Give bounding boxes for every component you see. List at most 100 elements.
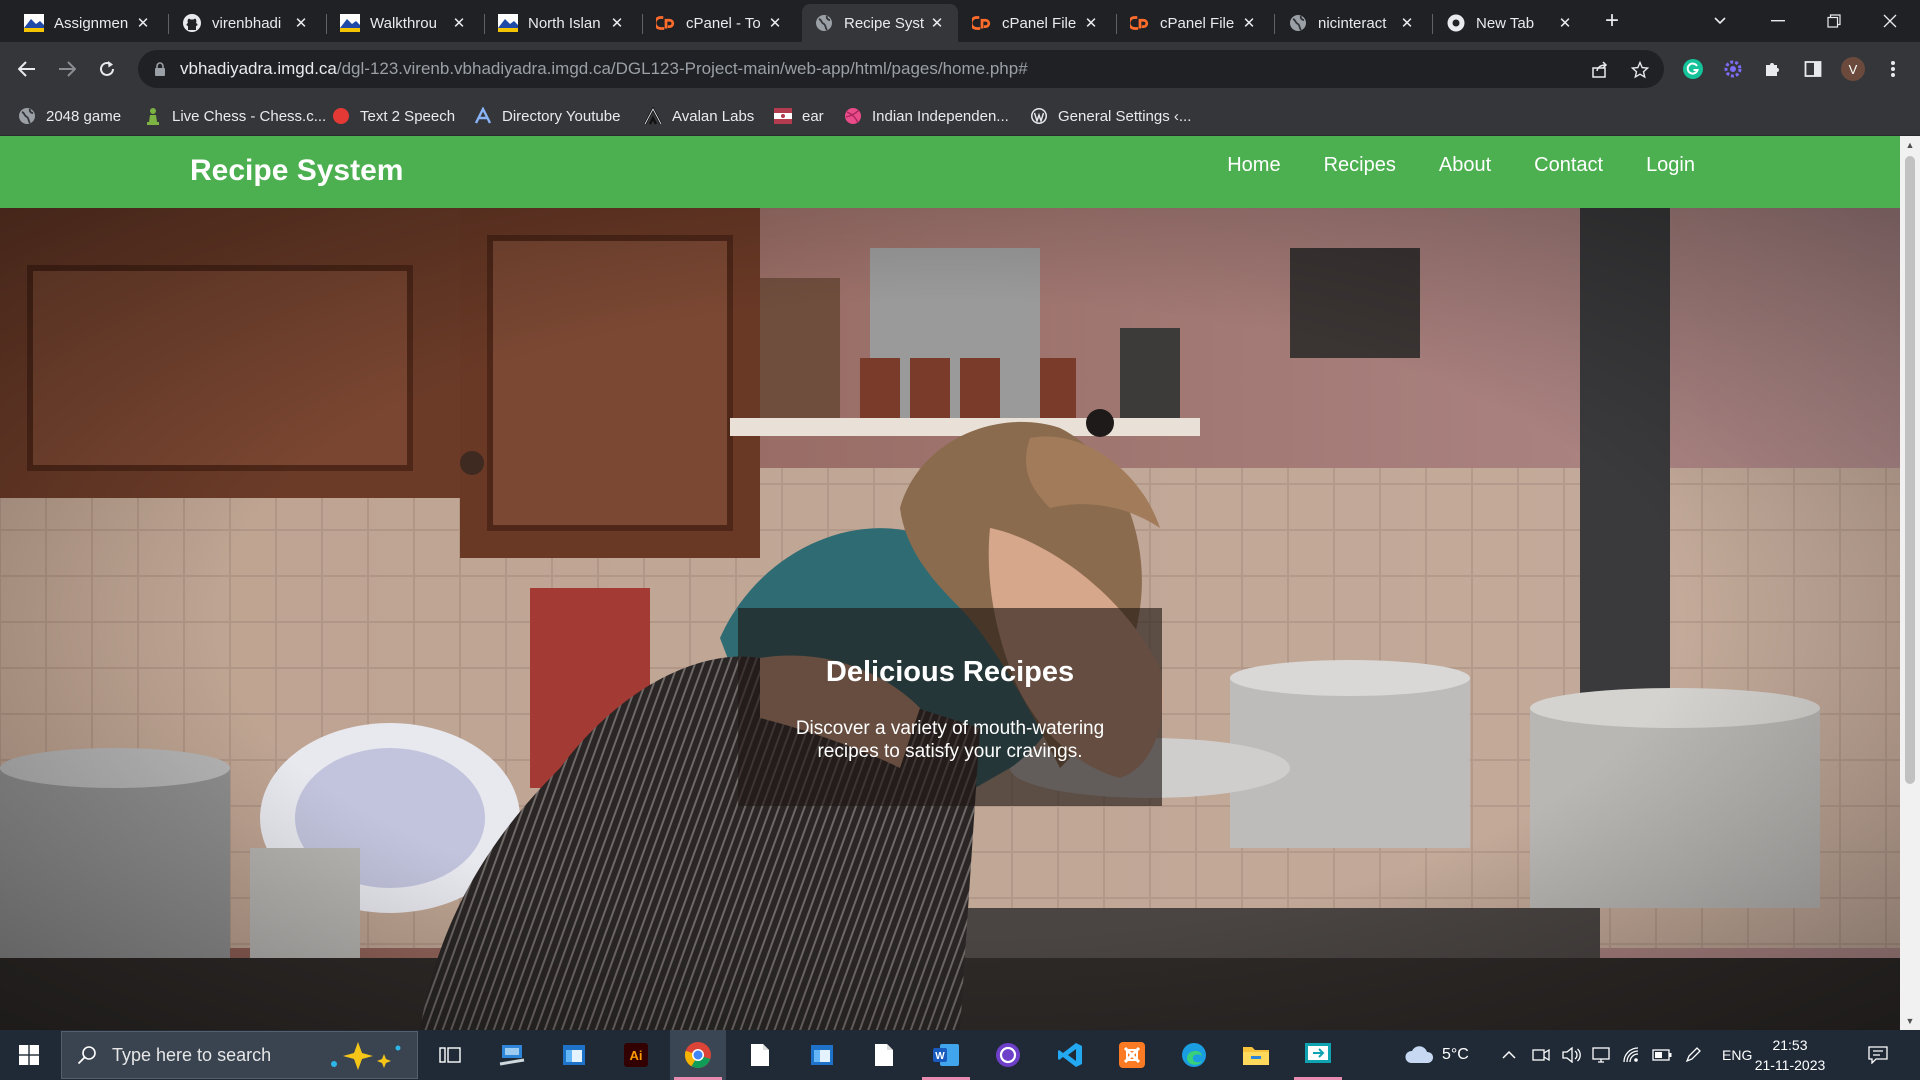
tab-separator: [1116, 14, 1117, 34]
nav-home[interactable]: Home: [1227, 154, 1280, 177]
bookmark-item[interactable]: 2048 game: [18, 106, 121, 126]
vscode-icon[interactable]: [1042, 1030, 1098, 1080]
tab-close-icon[interactable]: ✕: [1556, 14, 1574, 32]
remote-desktop-icon[interactable]: [1290, 1030, 1346, 1080]
wifi-icon[interactable]: [1622, 1030, 1640, 1080]
window-app-icon[interactable]: [794, 1030, 850, 1080]
bookmark-label: Directory Youtube: [502, 107, 621, 125]
imgd-icon: [24, 13, 44, 33]
site-brand[interactable]: Recipe System: [190, 154, 403, 188]
windows-start-icon[interactable]: [0, 1030, 58, 1080]
extension-gear-icon[interactable]: [1721, 57, 1745, 81]
close-window-icon[interactable]: [1862, 0, 1918, 42]
tab-close-icon[interactable]: ✕: [1082, 14, 1100, 32]
menu-kebab-icon[interactable]: [1881, 57, 1905, 81]
tab-close-icon[interactable]: ✕: [766, 14, 784, 32]
taskbar-clock[interactable]: 21:53 21-11-2023: [1748, 1035, 1832, 1075]
window-app-icon[interactable]: [546, 1030, 602, 1080]
network-app-icon[interactable]: [484, 1030, 540, 1080]
svg-text:W: W: [935, 1051, 945, 1062]
file-icon[interactable]: [856, 1030, 912, 1080]
browser-tab[interactable]: cPanel File ✕: [1118, 4, 1270, 42]
nav-about[interactable]: About: [1439, 154, 1491, 177]
browser-tab[interactable]: cPanel File ✕: [960, 4, 1112, 42]
profile-avatar[interactable]: V: [1841, 57, 1865, 81]
scroll-thumb[interactable]: [1905, 156, 1915, 784]
browser-tab[interactable]: Recipe Syst ✕: [802, 4, 958, 42]
tab-close-icon[interactable]: ✕: [608, 14, 626, 32]
nav-recipes[interactable]: Recipes: [1324, 154, 1396, 177]
bookmark-item[interactable]: Text 2 Speech: [332, 106, 455, 126]
browser-toolbar: vbhadiyadra.imgd.ca/dgl-123.virenb.vbhad…: [0, 42, 1920, 96]
share-icon[interactable]: [1590, 60, 1610, 80]
hero-card: Delicious Recipes Discover a variety of …: [738, 608, 1162, 806]
page-scrollbar[interactable]: ▲ ▼: [1900, 136, 1920, 1030]
bookmark-item[interactable]: Live Chess - Chess.c...: [144, 106, 326, 126]
forward-icon[interactable]: [50, 52, 84, 86]
pink-ball-icon: [844, 107, 862, 125]
tab-close-icon[interactable]: ✕: [928, 14, 946, 32]
back-icon[interactable]: [10, 52, 44, 86]
tab-search-icon[interactable]: [1692, 0, 1748, 42]
browser-tab[interactable]: Assignmen ✕: [12, 4, 164, 42]
tab-close-icon[interactable]: ✕: [134, 14, 152, 32]
chrome-icon[interactable]: [670, 1030, 726, 1080]
scroll-down-icon[interactable]: ▼: [1900, 1012, 1920, 1030]
tab-title: virenbhadi: [212, 14, 282, 32]
xampp-icon[interactable]: [1104, 1030, 1160, 1080]
github-desktop-icon[interactable]: [980, 1030, 1036, 1080]
nav-login[interactable]: Login: [1646, 154, 1695, 177]
address-bar[interactable]: vbhadiyadra.imgd.ca/dgl-123.virenb.vbhad…: [138, 50, 1664, 88]
browser-tab[interactable]: nicinteract ✕: [1276, 4, 1428, 42]
scroll-up-icon[interactable]: ▲: [1900, 136, 1920, 154]
pen-icon[interactable]: [1684, 1030, 1702, 1080]
meet-now-icon[interactable]: [1532, 1030, 1550, 1080]
tab-separator: [1274, 14, 1275, 34]
tab-close-icon[interactable]: ✕: [292, 14, 310, 32]
word-icon[interactable]: W: [918, 1030, 974, 1080]
bookmark-star-icon[interactable]: [1630, 60, 1650, 80]
hero-text: Discover a variety of mouth-watering rec…: [795, 718, 1105, 762]
weather-widget[interactable]: 5°C: [1404, 1030, 1469, 1080]
bookmark-item[interactable]: Directory Youtube: [474, 106, 620, 126]
bookmarks-bar: 2048 game Live Chess - Chess.c... Text 2 S…: [0, 96, 1920, 136]
bookmark-item[interactable]: General Settings ‹...: [1030, 106, 1191, 126]
bookmark-item[interactable]: Avalan Labs: [644, 106, 754, 126]
tab-separator: [168, 14, 169, 34]
hero-title: Delicious Recipes: [825, 656, 1075, 688]
bookmark-label: Live Chess - Chess.c...: [172, 107, 327, 125]
cloud-icon: [1405, 1046, 1434, 1063]
task-view-icon[interactable]: [422, 1030, 478, 1080]
nav-contact[interactable]: Contact: [1534, 154, 1603, 177]
illustrator-icon[interactable]: Ai: [608, 1030, 664, 1080]
browser-tab[interactable]: Walkthrou ✕: [328, 4, 480, 42]
tray-chevron-icon[interactable]: [1502, 1030, 1516, 1080]
taskbar-search[interactable]: Type here to search: [61, 1031, 418, 1079]
tab-close-icon[interactable]: ✕: [1398, 14, 1416, 32]
battery-icon[interactable]: [1652, 1030, 1672, 1080]
bookmark-item[interactable]: ear: [774, 106, 824, 126]
browser-tab[interactable]: North Islan ✕: [486, 4, 638, 42]
side-panel-icon[interactable]: [1801, 57, 1825, 81]
notifications-icon[interactable]: [1868, 1030, 1888, 1080]
restore-icon[interactable]: [1806, 0, 1862, 42]
browser-tab[interactable]: New Tab ✕: [1434, 4, 1586, 42]
browser-tab[interactable]: virenbhadi ✕: [170, 4, 322, 42]
volume-icon[interactable]: [1562, 1030, 1582, 1080]
new-tab-button[interactable]: +: [1598, 8, 1626, 36]
minimize-icon[interactable]: [1750, 0, 1806, 42]
edge-icon[interactable]: [1166, 1030, 1222, 1080]
bookmark-item[interactable]: Indian Independen...: [844, 106, 1009, 126]
search-placeholder: Type here to search: [112, 1044, 272, 1065]
file-icon[interactable]: [732, 1030, 788, 1080]
display-icon[interactable]: [1592, 1030, 1610, 1080]
red-circle-icon: [332, 107, 350, 125]
file-explorer-icon[interactable]: [1228, 1030, 1284, 1080]
tab-close-icon[interactable]: ✕: [450, 14, 468, 32]
grammarly-icon[interactable]: [1681, 57, 1705, 81]
extensions-puzzle-icon[interactable]: [1761, 57, 1785, 81]
tab-close-icon[interactable]: ✕: [1240, 14, 1258, 32]
browser-tab[interactable]: cPanel - To ✕: [644, 4, 796, 42]
lock-icon[interactable]: [152, 61, 168, 77]
reload-icon[interactable]: [90, 52, 124, 86]
